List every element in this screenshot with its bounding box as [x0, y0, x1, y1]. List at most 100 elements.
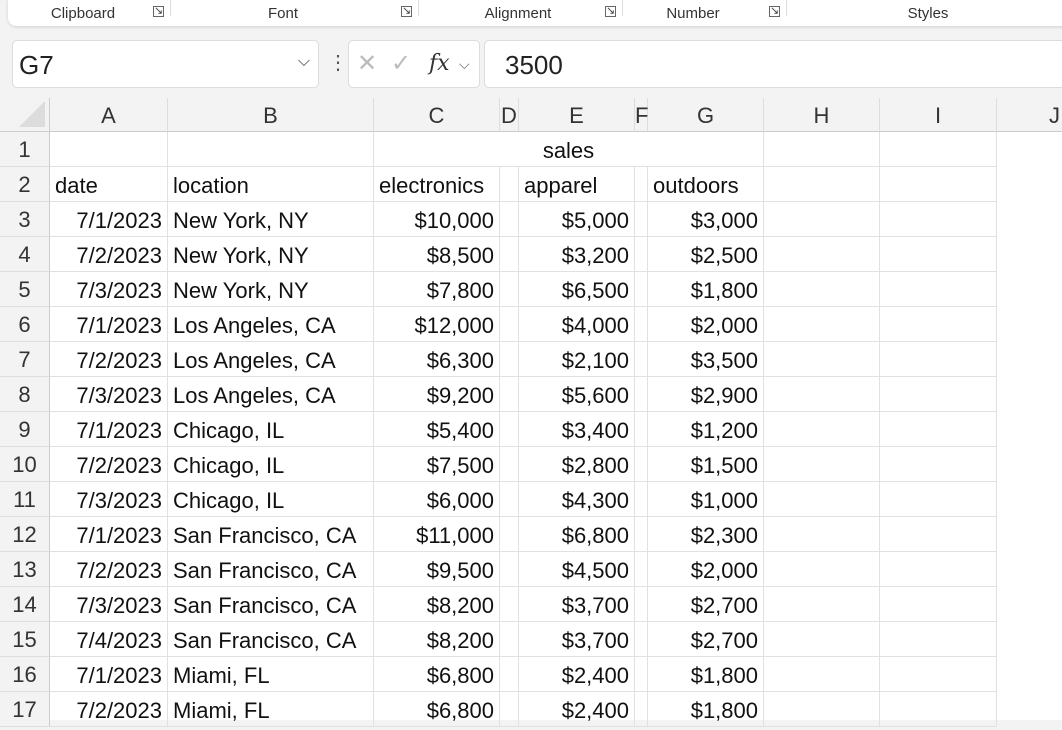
- column-header-A[interactable]: A: [50, 98, 168, 132]
- cell-A4[interactable]: 7/2/2023: [50, 237, 168, 272]
- cell-F14[interactable]: [635, 587, 648, 622]
- cell-C14[interactable]: $8,200: [374, 587, 500, 622]
- cell-I16[interactable]: [880, 657, 997, 692]
- cell-C6[interactable]: $12,000: [374, 307, 500, 342]
- cell-C7[interactable]: $6,300: [374, 342, 500, 377]
- cell-H9[interactable]: [764, 412, 880, 447]
- row-header[interactable]: 7: [0, 342, 50, 377]
- chevron-down-icon[interactable]: ⌵: [298, 53, 310, 71]
- cell-B2[interactable]: location: [168, 167, 374, 202]
- cell-D3[interactable]: [500, 202, 519, 237]
- cell-D7[interactable]: [500, 342, 519, 377]
- cell-C17[interactable]: $6,800: [374, 692, 500, 727]
- clipboard-launcher-icon[interactable]: ↘: [153, 6, 164, 17]
- cell-I2[interactable]: [880, 167, 997, 202]
- cell-H10[interactable]: [764, 447, 880, 482]
- cell-I17[interactable]: [880, 692, 997, 727]
- cell-D13[interactable]: [500, 552, 519, 587]
- cell-D9[interactable]: [500, 412, 519, 447]
- number-launcher-icon[interactable]: ↘: [769, 6, 780, 17]
- cell-E8[interactable]: $5,600: [519, 377, 635, 412]
- cell-G5[interactable]: $1,800: [648, 272, 764, 307]
- cell-A11[interactable]: 7/3/2023: [50, 482, 168, 517]
- cell-C10[interactable]: $7,500: [374, 447, 500, 482]
- cell-B7[interactable]: Los Angeles, CA: [168, 342, 374, 377]
- cancel-icon[interactable]: ✕: [357, 49, 377, 78]
- cell-G10[interactable]: $1,500: [648, 447, 764, 482]
- cell-I12[interactable]: [880, 517, 997, 552]
- cell-F6[interactable]: [635, 307, 648, 342]
- cell-C15[interactable]: $8,200: [374, 622, 500, 657]
- cell-F15[interactable]: [635, 622, 648, 657]
- cell-I11[interactable]: [880, 482, 997, 517]
- cell-F13[interactable]: [635, 552, 648, 587]
- cell-E14[interactable]: $3,700: [519, 587, 635, 622]
- cell-I15[interactable]: [880, 622, 997, 657]
- cell-I13[interactable]: [880, 552, 997, 587]
- cell-I10[interactable]: [880, 447, 997, 482]
- cell-D11[interactable]: [500, 482, 519, 517]
- cell-A10[interactable]: 7/2/2023: [50, 447, 168, 482]
- row-header[interactable]: 5: [0, 272, 50, 307]
- cell-A14[interactable]: 7/3/2023: [50, 587, 168, 622]
- cell-E15[interactable]: $3,700: [519, 622, 635, 657]
- formula-input[interactable]: 3500: [484, 40, 1062, 88]
- cell-B14[interactable]: San Francisco, CA: [168, 587, 374, 622]
- cell-H7[interactable]: [764, 342, 880, 377]
- cell-D12[interactable]: [500, 517, 519, 552]
- cell-E9[interactable]: $3,400: [519, 412, 635, 447]
- cell-G11[interactable]: $1,000: [648, 482, 764, 517]
- cell-E11[interactable]: $4,300: [519, 482, 635, 517]
- cell-G16[interactable]: $1,800: [648, 657, 764, 692]
- alignment-launcher-icon[interactable]: ↘: [605, 6, 616, 17]
- cell-B17[interactable]: Miami, FL: [168, 692, 374, 727]
- cell-G12[interactable]: $2,300: [648, 517, 764, 552]
- cell-A12[interactable]: 7/1/2023: [50, 517, 168, 552]
- row-header[interactable]: 8: [0, 377, 50, 412]
- row-header[interactable]: 4: [0, 237, 50, 272]
- cell-A13[interactable]: 7/2/2023: [50, 552, 168, 587]
- cell-C2[interactable]: electronics: [374, 167, 500, 202]
- cell-G15[interactable]: $2,700: [648, 622, 764, 657]
- cell-E5[interactable]: $6,500: [519, 272, 635, 307]
- cell-H13[interactable]: [764, 552, 880, 587]
- cell-H11[interactable]: [764, 482, 880, 517]
- cell-B9[interactable]: Chicago, IL: [168, 412, 374, 447]
- cell-F9[interactable]: [635, 412, 648, 447]
- select-all-button[interactable]: [0, 98, 50, 132]
- row-header[interactable]: 16: [0, 657, 50, 692]
- cell-H8[interactable]: [764, 377, 880, 412]
- cell-C5[interactable]: $7,800: [374, 272, 500, 307]
- cell-G8[interactable]: $2,900: [648, 377, 764, 412]
- row-header[interactable]: 10: [0, 447, 50, 482]
- cell-C13[interactable]: $9,500: [374, 552, 500, 587]
- row-header[interactable]: 2: [0, 167, 50, 202]
- cell-A1[interactable]: [50, 132, 168, 167]
- cell-I4[interactable]: [880, 237, 997, 272]
- cell-D16[interactable]: [500, 657, 519, 692]
- cell-D8[interactable]: [500, 377, 519, 412]
- column-header-J[interactable]: J: [997, 98, 1062, 132]
- cell-A5[interactable]: 7/3/2023: [50, 272, 168, 307]
- cell-E7[interactable]: $2,100: [519, 342, 635, 377]
- column-header-I[interactable]: I: [880, 98, 997, 132]
- cell-H1[interactable]: [764, 132, 880, 167]
- cell-G2[interactable]: outdoors: [648, 167, 764, 202]
- cell-C1[interactable]: sales: [374, 132, 764, 167]
- cell-H4[interactable]: [764, 237, 880, 272]
- cell-I9[interactable]: [880, 412, 997, 447]
- cell-G14[interactable]: $2,700: [648, 587, 764, 622]
- cell-C12[interactable]: $11,000: [374, 517, 500, 552]
- cell-H16[interactable]: [764, 657, 880, 692]
- cell-A15[interactable]: 7/4/2023: [50, 622, 168, 657]
- cell-G9[interactable]: $1,200: [648, 412, 764, 447]
- cell-H6[interactable]: [764, 307, 880, 342]
- cell-D2[interactable]: [500, 167, 519, 202]
- column-header-D[interactable]: D: [500, 98, 519, 132]
- cell-D10[interactable]: [500, 447, 519, 482]
- cell-F11[interactable]: [635, 482, 648, 517]
- cell-C8[interactable]: $9,200: [374, 377, 500, 412]
- cell-D17[interactable]: [500, 692, 519, 727]
- cell-G13[interactable]: $2,000: [648, 552, 764, 587]
- more-options-icon[interactable]: ⋮: [328, 50, 348, 75]
